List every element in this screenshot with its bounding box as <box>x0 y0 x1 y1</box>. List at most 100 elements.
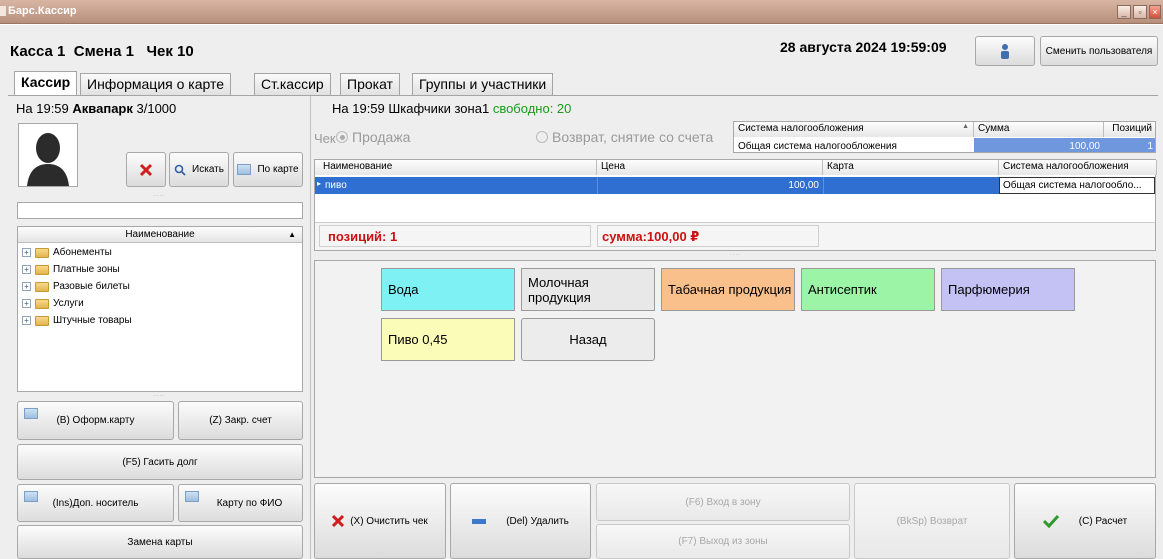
card-icon <box>237 164 252 175</box>
location-info: На 19:59 Аквапарк 3/1000 <box>16 101 176 116</box>
tax-grid-header-system[interactable]: Система налогообложения ▲ <box>734 122 974 137</box>
items-header-price[interactable]: Цена <box>597 160 823 175</box>
change-user-button[interactable]: Сменить пользователя <box>1040 36 1158 66</box>
tree-item-abonements[interactable]: + Абонементы <box>22 247 112 258</box>
red-x-icon <box>332 515 345 527</box>
enter-zone-button[interactable]: (F6) Вход в зону <box>596 483 850 521</box>
checkmark-icon <box>1042 514 1059 528</box>
items-header-card[interactable]: Карта <box>823 160 999 175</box>
sort-arrow-icon: ▲ <box>288 230 296 239</box>
folder-icon <box>35 281 49 292</box>
expand-icon[interactable]: + <box>22 248 31 257</box>
tree-item-label: Разовые билеты <box>53 281 130 292</box>
product-tree: Наименование ▲ + Абонементы + Платные зоны… <box>17 226 303 392</box>
row-indicator-icon: ▸ <box>317 179 322 188</box>
replace-card-button[interactable]: Замена карты <box>17 525 303 559</box>
radio-refund[interactable]: Возврат, снятие со счета <box>536 129 713 145</box>
app-icon <box>0 6 6 16</box>
pay-button[interactable]: (C) Расчет <box>1014 483 1156 559</box>
session-info: Касса 1 Смена 1 Чек 10 <box>10 43 194 60</box>
issue-card-button[interactable]: (B) Оформ.карту <box>17 401 174 440</box>
expand-icon[interactable]: + <box>22 299 31 308</box>
tab-card-info[interactable]: Информация о карте <box>80 73 232 95</box>
category-tobacco[interactable]: Табачная продукция <box>661 268 795 311</box>
tax-grid-cell-sum[interactable]: 100,00 <box>974 138 1104 152</box>
search-input[interactable] <box>17 202 303 219</box>
refund-button[interactable]: (BkSp) Возврат <box>854 483 1010 559</box>
kassa-label: Касса 1 <box>10 43 66 60</box>
table-row[interactable]: ▸ пиво 100,00 <box>315 177 999 194</box>
vertical-splitter[interactable] <box>310 96 311 559</box>
tax-grid-cell-count[interactable]: 1 <box>1104 138 1155 152</box>
maximize-button[interactable]: ▫ <box>1133 5 1147 19</box>
user-button[interactable] <box>975 36 1035 66</box>
search-icon <box>174 164 186 176</box>
pay-debt-button[interactable]: (F5) Гасить долг <box>17 444 303 480</box>
delete-button[interactable]: (Del) Удалить <box>450 483 591 559</box>
totals-row: позиций: 1 сумма:100,00 ₽ <box>315 222 1155 250</box>
row-card-cell[interactable] <box>823 177 999 194</box>
by-card-label: По карте <box>257 164 299 175</box>
card-by-name-label: Карту по ФИО <box>216 497 283 509</box>
splitter-left-top[interactable]: ···· <box>16 192 302 200</box>
minimize-button[interactable]: _ <box>1117 5 1131 19</box>
radio-sale-circle[interactable] <box>336 131 348 143</box>
clear-check-label: (X) Очистить чек <box>350 515 428 527</box>
items-header-name[interactable]: Наименование <box>315 160 597 175</box>
row-tax-cell[interactable]: Общая система налогообло... <box>999 177 1155 194</box>
radio-refund-circle[interactable] <box>536 131 548 143</box>
tree-item-goods[interactable]: + Штучные товары <box>22 315 132 326</box>
card-icon <box>24 491 38 502</box>
category-dairy[interactable]: Молочная продукция <box>521 268 655 311</box>
exit-zone-button[interactable]: (F7) Выход из зоны <box>596 524 850 559</box>
tree-item-single-tickets[interactable]: + Разовые билеты <box>22 281 130 292</box>
radio-sale-label: Продажа <box>352 129 411 145</box>
items-header-tax[interactable]: Система налогообложения <box>999 160 1157 175</box>
tree-item-label: Услуги <box>53 298 84 309</box>
row-price-cell[interactable]: 100,00 <box>597 177 823 194</box>
smena-label: Смена 1 <box>73 43 134 60</box>
clear-check-button[interactable]: (X) Очистить чек <box>314 483 446 559</box>
red-x-icon <box>139 163 153 176</box>
folder-icon <box>35 298 49 309</box>
close-button[interactable]: × <box>1149 5 1161 19</box>
folder-icon <box>35 264 49 275</box>
tax-grid: Система налогообложения ▲ Сумма Позиций О… <box>733 121 1156 153</box>
clear-search-button[interactable] <box>126 152 166 187</box>
user-icon <box>1001 44 1009 59</box>
category-perfume[interactable]: Парфюмерия <box>941 268 1075 311</box>
row-name-cell[interactable]: пиво <box>325 180 347 191</box>
card-by-name-button[interactable]: Карту по ФИО <box>178 484 303 522</box>
tab-kassir[interactable]: Кассир <box>14 71 78 96</box>
back-button[interactable]: Назад <box>521 318 655 361</box>
tab-senior-kassir[interactable]: Ст.кассир <box>254 73 331 95</box>
expand-icon[interactable]: + <box>22 282 31 291</box>
close-account-button[interactable]: (Z) Закр. счет <box>178 401 303 440</box>
search-button[interactable]: Искать <box>169 152 229 187</box>
tree-item-services[interactable]: + Услуги <box>22 298 84 309</box>
tax-grid-header-sum[interactable]: Сумма <box>974 122 1104 137</box>
expand-icon[interactable]: + <box>22 265 31 274</box>
folder-icon <box>35 315 49 326</box>
by-card-button[interactable]: По карте <box>233 152 303 187</box>
tax-grid-cell-system[interactable]: Общая система налогообложения <box>734 138 974 152</box>
tab-rental[interactable]: Прокат <box>340 73 400 95</box>
person-silhouette-icon <box>27 133 69 186</box>
zone-info-label: На 19:59 Шкафчики зона1 <box>332 101 490 116</box>
expand-icon[interactable]: + <box>22 316 31 325</box>
tree-item-paid-zones[interactable]: + Платные зоны <box>22 264 120 275</box>
tax-grid-header-count[interactable]: Позиций <box>1104 122 1155 137</box>
extra-carrier-button[interactable]: (Ins)Доп. носитель <box>17 484 174 522</box>
extra-carrier-label: (Ins)Доп. носитель <box>52 497 139 509</box>
pay-label: (C) Расчет <box>1078 515 1128 527</box>
category-voda[interactable]: Вода <box>381 268 515 311</box>
card-icon <box>24 408 38 419</box>
splitter-left-mid[interactable]: ···· <box>16 392 302 400</box>
tab-groups[interactable]: Группы и участники <box>412 73 554 95</box>
category-beer[interactable]: Пиво 0,45 <box>381 318 515 361</box>
tree-item-label: Абонементы <box>53 247 112 258</box>
radio-sale[interactable]: Продажа <box>336 129 410 145</box>
category-antiseptic[interactable]: Антисептик <box>801 268 935 311</box>
splitter-right[interactable]: ···· <box>314 251 1156 259</box>
tree-header[interactable]: Наименование ▲ <box>18 227 302 243</box>
